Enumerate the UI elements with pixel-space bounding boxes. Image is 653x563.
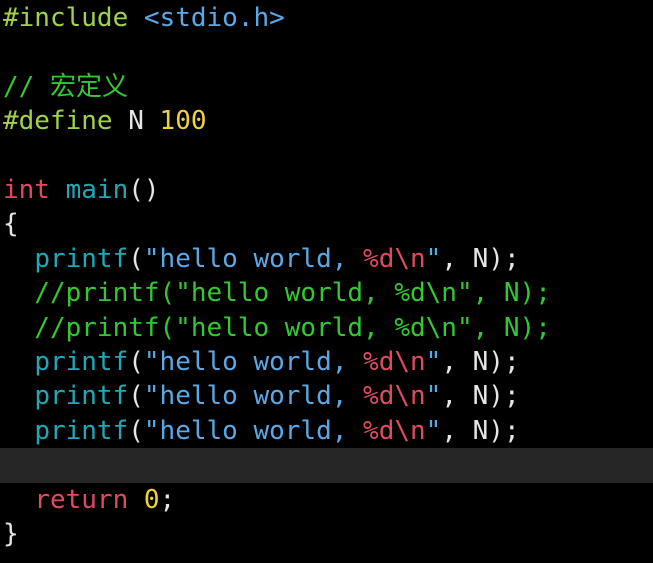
code-token: #define (3, 106, 129, 137)
code-token: %d\n (363, 415, 426, 446)
code-line: //printf("hello world, %d\n", N); (0, 276, 653, 310)
code-token: , N); (441, 381, 520, 412)
code-token: ; (159, 484, 176, 515)
code-token: "hello world, (143, 415, 364, 446)
code-token: ( (128, 381, 144, 412)
code-line: printf("hello world, %d\n", N); (0, 242, 653, 276)
code-token: "hello world, (143, 347, 364, 377)
code-token: } (3, 519, 19, 549)
code-token: 0 (143, 484, 160, 515)
code-line: #include <stdio.h> (0, 1, 653, 35)
code-token: int (3, 175, 66, 205)
code-token: , N); (441, 415, 520, 446)
code-line: printf("hello world, %d\n", N); (0, 414, 653, 448)
code-token: // 宏定义 (3, 71, 128, 102)
code-token: 100 (159, 106, 207, 137)
code-token: //printf("hello world, %d\n", N); (3, 312, 551, 343)
code-token: ( (128, 243, 144, 274)
code-token: " (425, 243, 442, 274)
code-line: printf("hello world, %d\n", N); (0, 379, 653, 413)
code-token: " (425, 381, 442, 412)
code-line: } (0, 517, 653, 551)
code-token: , N); (441, 347, 520, 377)
code-token: N (128, 106, 160, 137)
code-line: printf("hello world, %d\n", N); (0, 345, 653, 379)
code-token: %d\n (363, 347, 426, 377)
code-token: printf (34, 415, 129, 446)
code-token: ( (128, 415, 144, 446)
code-line: return 0; (0, 483, 653, 517)
code-token: () (128, 175, 160, 205)
code-token: " (425, 415, 442, 446)
code-token: "hello world, (143, 243, 364, 274)
code-token: { (3, 209, 19, 240)
code-token: "hello world, (143, 381, 364, 412)
code-token: , N); (441, 243, 520, 274)
code-token: <stdio.h> (143, 3, 285, 33)
code-line: int main() (0, 173, 653, 207)
code-token: //printf("hello world, %d\n", N); (3, 278, 551, 309)
code-line: // 宏定义 (0, 70, 653, 104)
code-line: #define N 100 (0, 104, 653, 138)
code-token: %d\n (363, 243, 426, 274)
code-token: main (65, 175, 129, 205)
code-token: printf (34, 243, 129, 274)
code-token: printf (34, 381, 129, 412)
code-token: #include (3, 3, 144, 33)
code-token: " (425, 347, 442, 377)
code-token: ( (128, 347, 144, 377)
code-token: %d\n (363, 381, 426, 412)
code-token: printf (34, 347, 129, 377)
code-token: return (34, 484, 144, 515)
code-editor[interactable]: #include <stdio.h>// 宏定义 #define N 100 int… (0, 0, 653, 563)
code-line: { (0, 207, 653, 241)
code-line: //printf("hello world, %d\n", N); (0, 311, 653, 345)
